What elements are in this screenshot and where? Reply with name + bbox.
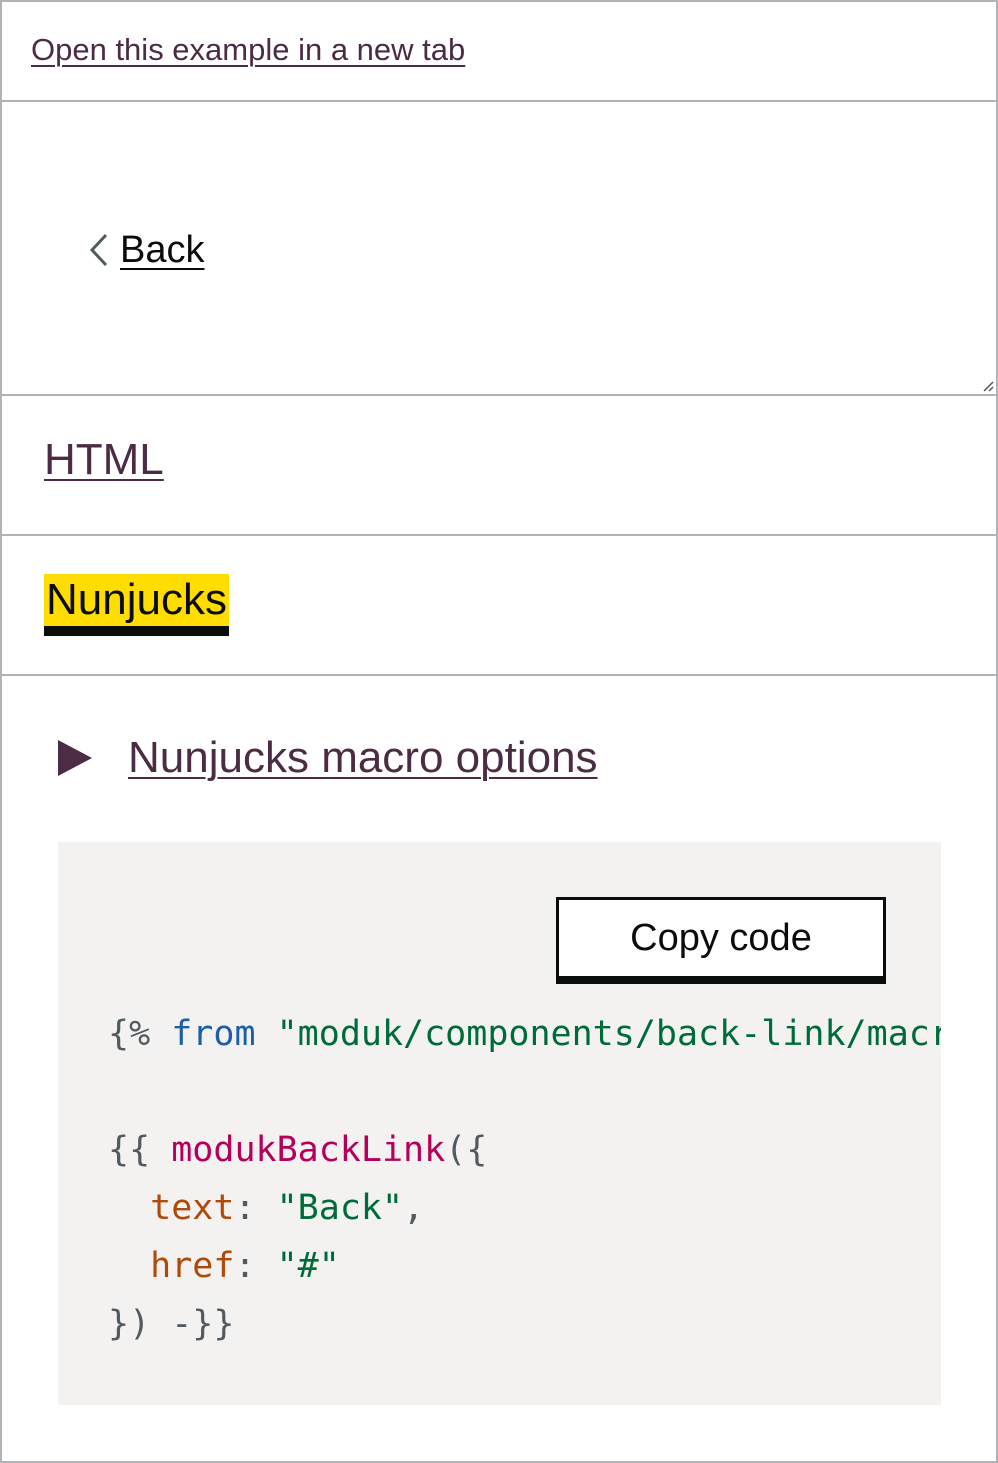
tab-html[interactable]: HTML bbox=[44, 434, 164, 486]
code-token: {% bbox=[108, 1014, 151, 1054]
code-token: {{ bbox=[108, 1130, 151, 1170]
code-keyword: from bbox=[171, 1014, 256, 1054]
back-link[interactable]: Back bbox=[88, 228, 204, 272]
code-token: , bbox=[403, 1188, 425, 1228]
code-token: }) -}} bbox=[108, 1304, 235, 1344]
code-snippet: {% from "moduk/components/back-link/macr… bbox=[108, 1005, 941, 1353]
nunjucks-panel: Nunjucks macro options Copy code {% from… bbox=[2, 676, 996, 1461]
code-property: text bbox=[150, 1188, 235, 1228]
code-string: "moduk/components/back-link/macro.njk" bbox=[276, 1014, 941, 1054]
example-preview-iframe[interactable]: Back bbox=[2, 102, 996, 396]
code-property: href bbox=[150, 1246, 235, 1286]
macro-options-label: Nunjucks macro options bbox=[128, 733, 598, 782]
code-block: Copy code {% from "moduk/components/back… bbox=[58, 842, 941, 1405]
chevron-left-icon bbox=[89, 233, 108, 267]
tab-row-nunjucks: Nunjucks bbox=[2, 536, 996, 676]
resize-handle-icon[interactable] bbox=[980, 378, 994, 392]
code-token: ({ bbox=[445, 1130, 488, 1170]
example-toolbar: Open this example in a new tab bbox=[2, 2, 996, 102]
back-link-label: Back bbox=[120, 229, 205, 271]
open-in-new-tab-link[interactable]: Open this example in a new tab bbox=[31, 32, 465, 68]
tab-row-html: HTML bbox=[2, 396, 996, 536]
code-string: "#" bbox=[276, 1246, 340, 1286]
code-string: "Back" bbox=[276, 1188, 404, 1228]
macro-options-summary[interactable]: Nunjucks macro options bbox=[58, 732, 598, 784]
code-token: : bbox=[234, 1246, 256, 1286]
triangle-right-icon bbox=[58, 740, 92, 776]
tab-nunjucks[interactable]: Nunjucks bbox=[44, 574, 229, 626]
copy-code-button[interactable]: Copy code bbox=[556, 897, 886, 979]
code-function: modukBackLink bbox=[171, 1130, 446, 1170]
code-token: : bbox=[234, 1188, 256, 1228]
